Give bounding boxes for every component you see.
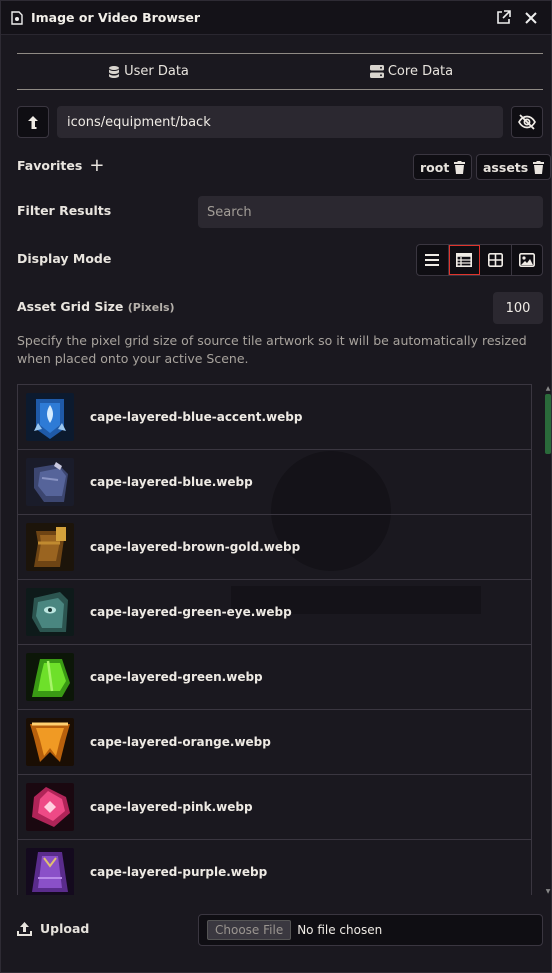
file-list[interactable]: cape-layered-blue-accent.webp cape-layer… — [17, 384, 532, 895]
file-upload-field[interactable]: Choose File No file chosen — [198, 914, 543, 946]
list-item[interactable]: cape-layered-pink.webp — [18, 775, 531, 840]
filter-label: Filter Results — [17, 203, 112, 218]
server-icon — [369, 65, 384, 78]
tab-user-data[interactable]: User Data — [17, 54, 280, 89]
scrollbar-thumb[interactable] — [545, 394, 551, 454]
choose-file-button[interactable]: Choose File — [207, 920, 292, 940]
image-browser-window: Image or Video Browser User Data Core Da… — [0, 0, 552, 973]
favorite-root[interactable]: root — [413, 154, 473, 180]
thumbnail — [26, 458, 74, 506]
popout-icon[interactable] — [493, 8, 513, 28]
path-input[interactable] — [57, 106, 503, 138]
database-icon — [109, 65, 120, 78]
list-item[interactable]: cape-layered-blue-accent.webp — [18, 385, 531, 450]
thumbnail — [26, 523, 74, 571]
list-item[interactable]: cape-layered-green.webp — [18, 645, 531, 710]
list-icon — [425, 254, 440, 266]
display-mode-group — [416, 244, 543, 276]
data-source-tabs: User Data Core Data — [17, 53, 543, 90]
display-mode-grid[interactable] — [480, 245, 512, 275]
go-up-button[interactable] — [17, 106, 49, 138]
list-item[interactable]: cape-layered-orange.webp — [18, 710, 531, 775]
favorite-assets-label: assets — [483, 159, 529, 175]
display-mode-list[interactable] — [417, 245, 449, 275]
file-name: cape-layered-purple.webp — [90, 865, 268, 879]
list-item[interactable]: cape-layered-blue.webp — [18, 450, 531, 515]
grid-size-unit: (Pixels) — [127, 301, 175, 314]
file-name: cape-layered-blue-accent.webp — [90, 410, 303, 424]
thumbnail — [26, 718, 74, 766]
grid-size-label-text: Asset Grid Size — [17, 299, 124, 314]
search-input[interactable] — [198, 196, 543, 228]
grid-size-label: Asset Grid Size (Pixels) — [17, 299, 175, 314]
thumbnail — [26, 848, 74, 895]
scroll-down-icon[interactable]: ▼ — [545, 889, 551, 895]
eye-slash-icon — [518, 114, 536, 130]
favorite-root-label: root — [420, 159, 450, 175]
file-name: cape-layered-orange.webp — [90, 735, 271, 749]
tab-core-data[interactable]: Core Data — [280, 54, 543, 89]
thumbnail — [26, 783, 74, 831]
display-mode-table[interactable] — [448, 245, 480, 275]
trash-icon[interactable] — [533, 160, 545, 174]
tab-core-data-label: Core Data — [387, 64, 454, 79]
upload-label-text: Upload — [40, 921, 90, 936]
display-mode-label: Display Mode — [17, 251, 112, 266]
list-item[interactable]: cape-layered-green-eye.webp — [18, 580, 531, 645]
favorites-label-text: Favorites — [17, 158, 83, 173]
file-name: cape-layered-green.webp — [90, 670, 263, 684]
file-list-scrollbar[interactable]: ▲ ▼ — [544, 386, 551, 895]
window-title: Image or Video Browser — [31, 10, 201, 25]
file-name: cape-layered-brown-gold.webp — [90, 540, 301, 554]
trash-icon[interactable] — [454, 160, 466, 174]
grid-icon — [487, 253, 503, 267]
toggle-privacy-button[interactable] — [511, 106, 543, 138]
tab-user-data-label: User Data — [124, 64, 189, 79]
grid-size-input[interactable] — [493, 292, 543, 324]
file-status: No file chosen — [297, 923, 383, 937]
upload-icon — [17, 921, 32, 936]
file-name: cape-layered-pink.webp — [90, 800, 253, 814]
file-name: cape-layered-blue.webp — [90, 475, 253, 489]
list-item[interactable]: cape-layered-purple.webp — [18, 840, 531, 895]
image-icon — [518, 253, 535, 267]
scroll-up-icon[interactable]: ▲ — [545, 386, 551, 392]
display-mode-image[interactable] — [512, 245, 543, 275]
thumbnail — [26, 653, 74, 701]
grid-size-hint: Specify the pixel grid size of source ti… — [17, 333, 527, 366]
favorites-label: Favorites + — [17, 156, 104, 174]
close-icon[interactable] — [521, 8, 541, 28]
file-name: cape-layered-green-eye.webp — [90, 605, 292, 619]
level-up-icon — [28, 116, 38, 129]
thumbnail — [26, 393, 74, 441]
list-item[interactable]: cape-layered-brown-gold.webp — [18, 515, 531, 580]
upload-label: Upload — [17, 921, 89, 936]
plus-icon[interactable]: + — [89, 156, 104, 174]
window-titlebar[interactable]: Image or Video Browser — [1, 1, 551, 35]
favorite-assets[interactable]: assets — [476, 154, 552, 180]
document-icon — [11, 10, 23, 25]
table-icon — [455, 253, 472, 267]
thumbnail — [26, 588, 74, 636]
